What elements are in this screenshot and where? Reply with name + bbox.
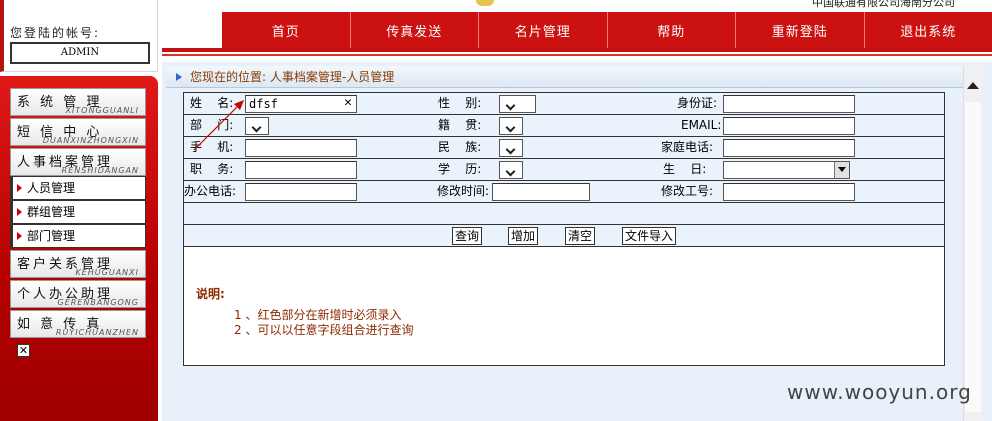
note-line-2: 2 、可以以任意字段组合进行查询 xyxy=(234,323,414,337)
mobile-field[interactable] xyxy=(245,139,357,157)
form-row: 部 门: 籍 贯: EMAIL: xyxy=(184,115,944,137)
add-button[interactable]: 增加 xyxy=(508,227,539,245)
logo-mark xyxy=(476,0,494,6)
clear-icon[interactable]: ✕ xyxy=(344,95,352,111)
dropdown-arrow-icon[interactable] xyxy=(834,162,849,178)
close-icon[interactable]: ✕ xyxy=(17,344,30,357)
menu-crm[interactable]: 客户关系管理 KEHUGUANXI xyxy=(10,250,146,278)
menu-hr-archive[interactable]: 人事档案管理 RENSHIDANGAN xyxy=(10,148,146,176)
vertical-scrollbar[interactable] xyxy=(963,66,982,421)
gender-select[interactable] xyxy=(499,95,536,113)
notes-panel: 说明: 1 、红色部分在新增时必须录入 2 、可以以任意字段组合进行查询 xyxy=(184,247,944,365)
nav-logout[interactable]: 退出系统 xyxy=(865,12,992,48)
menu-pinyin: XITONGGUANLI xyxy=(65,106,139,115)
position-label: 职 务: xyxy=(190,162,234,176)
submenu-department[interactable]: 部门管理 xyxy=(10,224,146,248)
menu-sms-center[interactable]: 短 信 中 心 DUANXINZHONGXIN xyxy=(10,118,146,146)
query-button[interactable]: 查询 xyxy=(452,227,483,245)
top-nav: 首页 传真发送 名片管理 帮助 重新登陆 退出系统 xyxy=(222,12,992,48)
form-spacer-row xyxy=(184,203,944,225)
email-field[interactable] xyxy=(723,117,855,135)
account-label: 您登陆的帐号: xyxy=(10,26,101,40)
menu-personal-office[interactable]: 个人办公助理 GERENBANGONG xyxy=(10,280,146,308)
sidebar: 您登陆的帐号: ADMIN 系 统 管 理 XITONGGUANLI 短 信 中… xyxy=(0,0,162,421)
hr-submenu: 人员管理 群组管理 部门管理 xyxy=(10,176,146,248)
breadcrumb: 您现在的位置: 人事档案管理-人员管理 xyxy=(166,66,966,88)
submenu-group[interactable]: 群组管理 xyxy=(10,200,146,224)
form-row: 办公电话: 修改时间: 修改工号: xyxy=(184,181,944,203)
menu-fax[interactable]: 如 意 传 真 RUYICHUANZHEN xyxy=(10,310,146,338)
menu-pinyin: RENSHIDANGAN xyxy=(61,166,139,175)
home-phone-field[interactable] xyxy=(723,139,855,157)
notes-title: 说明: xyxy=(196,287,225,301)
id-card-field[interactable] xyxy=(723,95,855,113)
ethnicity-select[interactable] xyxy=(499,139,523,157)
account-value: ADMIN xyxy=(10,42,150,64)
file-import-button[interactable]: 文件导入 xyxy=(622,227,677,245)
nav-divider xyxy=(162,48,992,56)
clear-button[interactable]: 清空 xyxy=(565,227,596,245)
company-name: 中国联通有限公司海南分公司 xyxy=(812,0,955,9)
gender-label: 性 别: xyxy=(438,96,482,110)
form-row: 姓 名: dfsf ✕ 性 别: 身份证: xyxy=(184,93,944,115)
menu-system-manage[interactable]: 系 统 管 理 XITONGGUANLI xyxy=(10,88,146,116)
birthday-label: 生 日: xyxy=(663,162,707,176)
nav-help[interactable]: 帮助 xyxy=(608,12,736,48)
name-field[interactable]: dfsf ✕ xyxy=(245,95,357,113)
search-form: 姓 名: dfsf ✕ 性 别: 身份证: 部 门: 籍 贯: EMAIL: 手… xyxy=(183,92,945,366)
nav-home[interactable]: 首页 xyxy=(222,12,351,48)
office-phone-label: 办公电话: xyxy=(184,184,237,198)
modify-id-label: 修改工号: xyxy=(661,184,714,198)
ethnicity-label: 民 族: xyxy=(438,140,482,154)
breadcrumb-text: 您现在的位置: 人事档案管理-人员管理 xyxy=(190,70,395,84)
breadcrumb-arrow-icon xyxy=(176,73,182,81)
scroll-track[interactable] xyxy=(965,102,981,412)
nav-relogin[interactable]: 重新登陆 xyxy=(736,12,865,48)
office-phone-field[interactable] xyxy=(245,183,357,201)
scroll-up-icon[interactable] xyxy=(967,82,979,89)
annotation-arrow-icon xyxy=(193,100,244,151)
submenu-personnel[interactable]: 人员管理 xyxy=(10,176,146,200)
menu-pinyin: GERENBANGONG xyxy=(57,298,139,307)
menu-pinyin: KEHUGUANXI xyxy=(75,268,139,277)
email-label: EMAIL: xyxy=(681,118,722,132)
modify-id-field[interactable] xyxy=(723,183,855,201)
menu-pinyin: RUYICHUANZHEN xyxy=(55,328,139,337)
home-phone-label: 家庭电话: xyxy=(661,140,714,154)
native-place-label: 籍 贯: xyxy=(438,118,482,132)
watermark: www.wooyun.org xyxy=(787,380,972,404)
position-field[interactable] xyxy=(245,161,357,179)
birthday-select[interactable] xyxy=(723,161,850,179)
form-row: 职 务: 学 历: 生 日: xyxy=(184,159,944,181)
education-label: 学 历: xyxy=(438,162,482,176)
modify-time-label: 修改时间: xyxy=(437,184,490,198)
sidebar-menu: 系 统 管 理 XITONGGUANLI 短 信 中 心 DUANXINZHON… xyxy=(10,88,146,340)
native-place-select[interactable] xyxy=(499,117,523,135)
nav-fax-send[interactable]: 传真发送 xyxy=(351,12,479,48)
education-select[interactable] xyxy=(499,161,523,179)
action-button-row: 查询 增加 清空 文件导入 xyxy=(184,225,944,247)
account-panel: 您登陆的帐号: ADMIN xyxy=(0,0,158,72)
menu-pinyin: DUANXINZHONGXIN xyxy=(42,136,139,145)
form-row: 手 机: 民 族: 家庭电话: xyxy=(184,137,944,159)
id-card-label: 身份证: xyxy=(677,96,718,110)
nav-card-manage[interactable]: 名片管理 xyxy=(479,12,608,48)
modify-time-field[interactable] xyxy=(492,183,590,201)
